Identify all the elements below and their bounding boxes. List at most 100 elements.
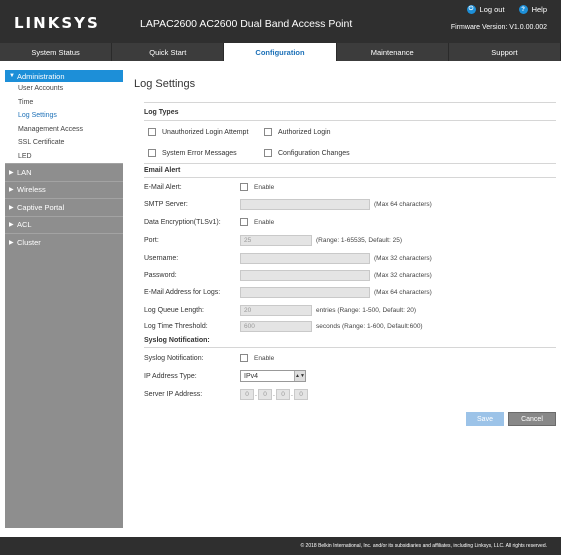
help-icon: ? (518, 5, 528, 14)
sidebar-item-time[interactable]: Time (5, 96, 123, 110)
config-changes-checkbox[interactable] (264, 149, 272, 157)
encryption-label: Data Encryption(TLSv1): (144, 218, 221, 226)
divider (144, 102, 556, 103)
ip-type-label: IP Address Type: (144, 372, 197, 380)
system-error-checkbox[interactable] (148, 149, 156, 157)
sidebar-item-management-access[interactable]: Management Access (5, 123, 123, 137)
caret-right-icon: ▶ (9, 169, 14, 176)
sidebar-item-wireless[interactable]: ▶ Wireless (5, 180, 123, 198)
queue-length-row: Log Queue Length: 20 entries (Range: 1-5… (144, 304, 416, 316)
linksys-logo: LINKSYS (14, 14, 100, 32)
ip-type-row: IP Address Type: IPv4 ▲▼ (144, 370, 306, 382)
config-changes-label: Configuration Changes (278, 149, 350, 157)
encryption-enable-label: Enable (254, 218, 275, 226)
sidebar-item-label: LAN (17, 167, 32, 177)
divider (144, 163, 556, 164)
system-error-option: System Error Messages (148, 149, 237, 157)
syslog-notification-label: Syslog Notification: (144, 354, 204, 362)
sidebar-item-label: Captive Portal (17, 202, 65, 212)
cancel-button[interactable]: Cancel (508, 412, 556, 426)
time-threshold-input[interactable]: 600 (240, 320, 312, 332)
time-threshold-hint: seconds (Range: 1-600, Default:600) (316, 322, 423, 330)
caret-right-icon: ▶ (9, 187, 14, 194)
password-input[interactable] (240, 269, 370, 281)
sidebar-item-log-settings[interactable]: Log Settings (5, 109, 123, 123)
port-row: Port: 25 (Range: 1-65535, Default: 25) (144, 234, 402, 246)
smtp-label: SMTP Server: (144, 200, 188, 208)
tab-support[interactable]: Support (449, 43, 561, 61)
email-for-logs-label: E-Mail Address for Logs: (144, 288, 221, 296)
password-row: Password: (Max 32 characters) (144, 269, 432, 281)
port-input[interactable]: 25 (240, 234, 312, 246)
logout-link[interactable]: ⏻ Log out (466, 5, 505, 14)
tab-system-status[interactable]: System Status (0, 43, 113, 61)
sidebar-item-ssl-certificate[interactable]: SSL Certificate (5, 136, 123, 150)
caret-right-icon: ▶ (9, 222, 14, 229)
server-ip-octet-1[interactable]: 0 (240, 388, 254, 400)
sidebar-item-user-accounts[interactable]: User Accounts (5, 82, 123, 96)
email-alert-row: E-Mail Alert: Enable (144, 181, 274, 193)
server-ip-octet-3[interactable]: 0 (276, 388, 290, 400)
syslog-notification-checkbox[interactable] (240, 354, 248, 362)
log-types-heading: Log Types (144, 109, 179, 116)
power-icon: ⏻ (466, 5, 476, 14)
queue-length-label: Log Queue Length: (144, 306, 204, 314)
spinner-arrows-icon: ▲▼ (294, 371, 305, 381)
email-alert-enable-label: Enable (254, 183, 275, 191)
encryption-checkbox[interactable] (240, 218, 248, 226)
ip-type-value: IPv4 (244, 372, 259, 380)
server-ip-octet-2[interactable]: 0 (258, 388, 272, 400)
queue-length-input[interactable]: 20 (240, 304, 312, 316)
system-error-label: System Error Messages (162, 149, 237, 157)
caret-right-icon: ▶ (9, 204, 14, 211)
unauthorized-login-checkbox[interactable] (148, 128, 156, 136)
unauthorized-login-label: Unauthorized Login Attempt (162, 128, 249, 136)
sidebar-item-captive-portal[interactable]: ▶ Captive Portal (5, 198, 123, 216)
caret-down-icon: ▼ (9, 73, 15, 79)
sidebar-item-led[interactable]: LED (5, 150, 123, 164)
username-label: Username: (144, 254, 179, 262)
sidebar-item-administration[interactable]: ▼ Administration (5, 70, 123, 82)
sidebar-item-label: Cluster (17, 237, 41, 247)
save-button[interactable]: Save (466, 412, 504, 426)
authorized-login-label: Authorized Login (278, 128, 331, 136)
email-alert-heading: Email Alert (144, 167, 181, 174)
tab-configuration[interactable]: Configuration (224, 43, 337, 61)
username-row: Username: (Max 32 characters) (144, 252, 432, 264)
server-ip-octet-4[interactable]: 0 (294, 388, 308, 400)
firmware-version: Firmware Version: V1.0.00.002 (450, 24, 547, 31)
sidebar-item-cluster[interactable]: ▶ Cluster (5, 233, 123, 251)
username-input[interactable] (240, 252, 370, 264)
tab-quick-start[interactable]: Quick Start (112, 43, 225, 61)
sidebar-item-lan[interactable]: ▶ LAN (5, 163, 123, 181)
divider (144, 120, 556, 121)
time-threshold-row: Log Time Threshold: 600 seconds (Range: … (144, 320, 423, 332)
email-alert-checkbox[interactable] (240, 183, 248, 191)
product-title: LAPAC2600 AC2600 Dual Band Access Point (140, 18, 353, 30)
email-for-logs-row: E-Mail Address for Logs: (Max 64 charact… (144, 286, 432, 298)
administration-submenu: User Accounts Time Log Settings Manageme… (5, 82, 123, 163)
tab-maintenance[interactable]: Maintenance (337, 43, 449, 61)
time-threshold-label: Log Time Threshold: (144, 322, 208, 330)
syslog-notification-row: Syslog Notification: Enable (144, 352, 274, 364)
queue-length-hint: entries (Range: 1-500, Default: 20) (316, 306, 417, 314)
port-label: Port: (144, 236, 159, 244)
email-for-logs-input[interactable] (240, 286, 370, 298)
sidebar-item-label: Wireless (17, 185, 46, 195)
logout-label: Log out (479, 5, 505, 14)
sidebar-item-acl[interactable]: ▶ ACL (5, 215, 123, 233)
smtp-server-input[interactable] (240, 198, 370, 210)
syslog-heading: Syslog Notification: (144, 337, 210, 344)
caret-right-icon: ▶ (9, 239, 14, 246)
authorized-login-checkbox[interactable] (264, 128, 272, 136)
username-hint: (Max 32 characters) (374, 254, 432, 262)
divider (144, 347, 556, 348)
unauthorized-login-option: Unauthorized Login Attempt (148, 128, 248, 136)
help-link[interactable]: ? Help (518, 5, 547, 14)
ip-type-select[interactable]: IPv4 ▲▼ (240, 370, 306, 382)
config-changes-option: Configuration Changes (264, 149, 350, 157)
password-hint: (Max 32 characters) (374, 271, 432, 279)
email-for-logs-hint: (Max 64 characters) (374, 288, 432, 296)
encryption-row: Data Encryption(TLSv1): Enable (144, 216, 274, 228)
server-ip-row: Server IP Address: 0 . 0 . 0 . 0 (144, 388, 308, 400)
